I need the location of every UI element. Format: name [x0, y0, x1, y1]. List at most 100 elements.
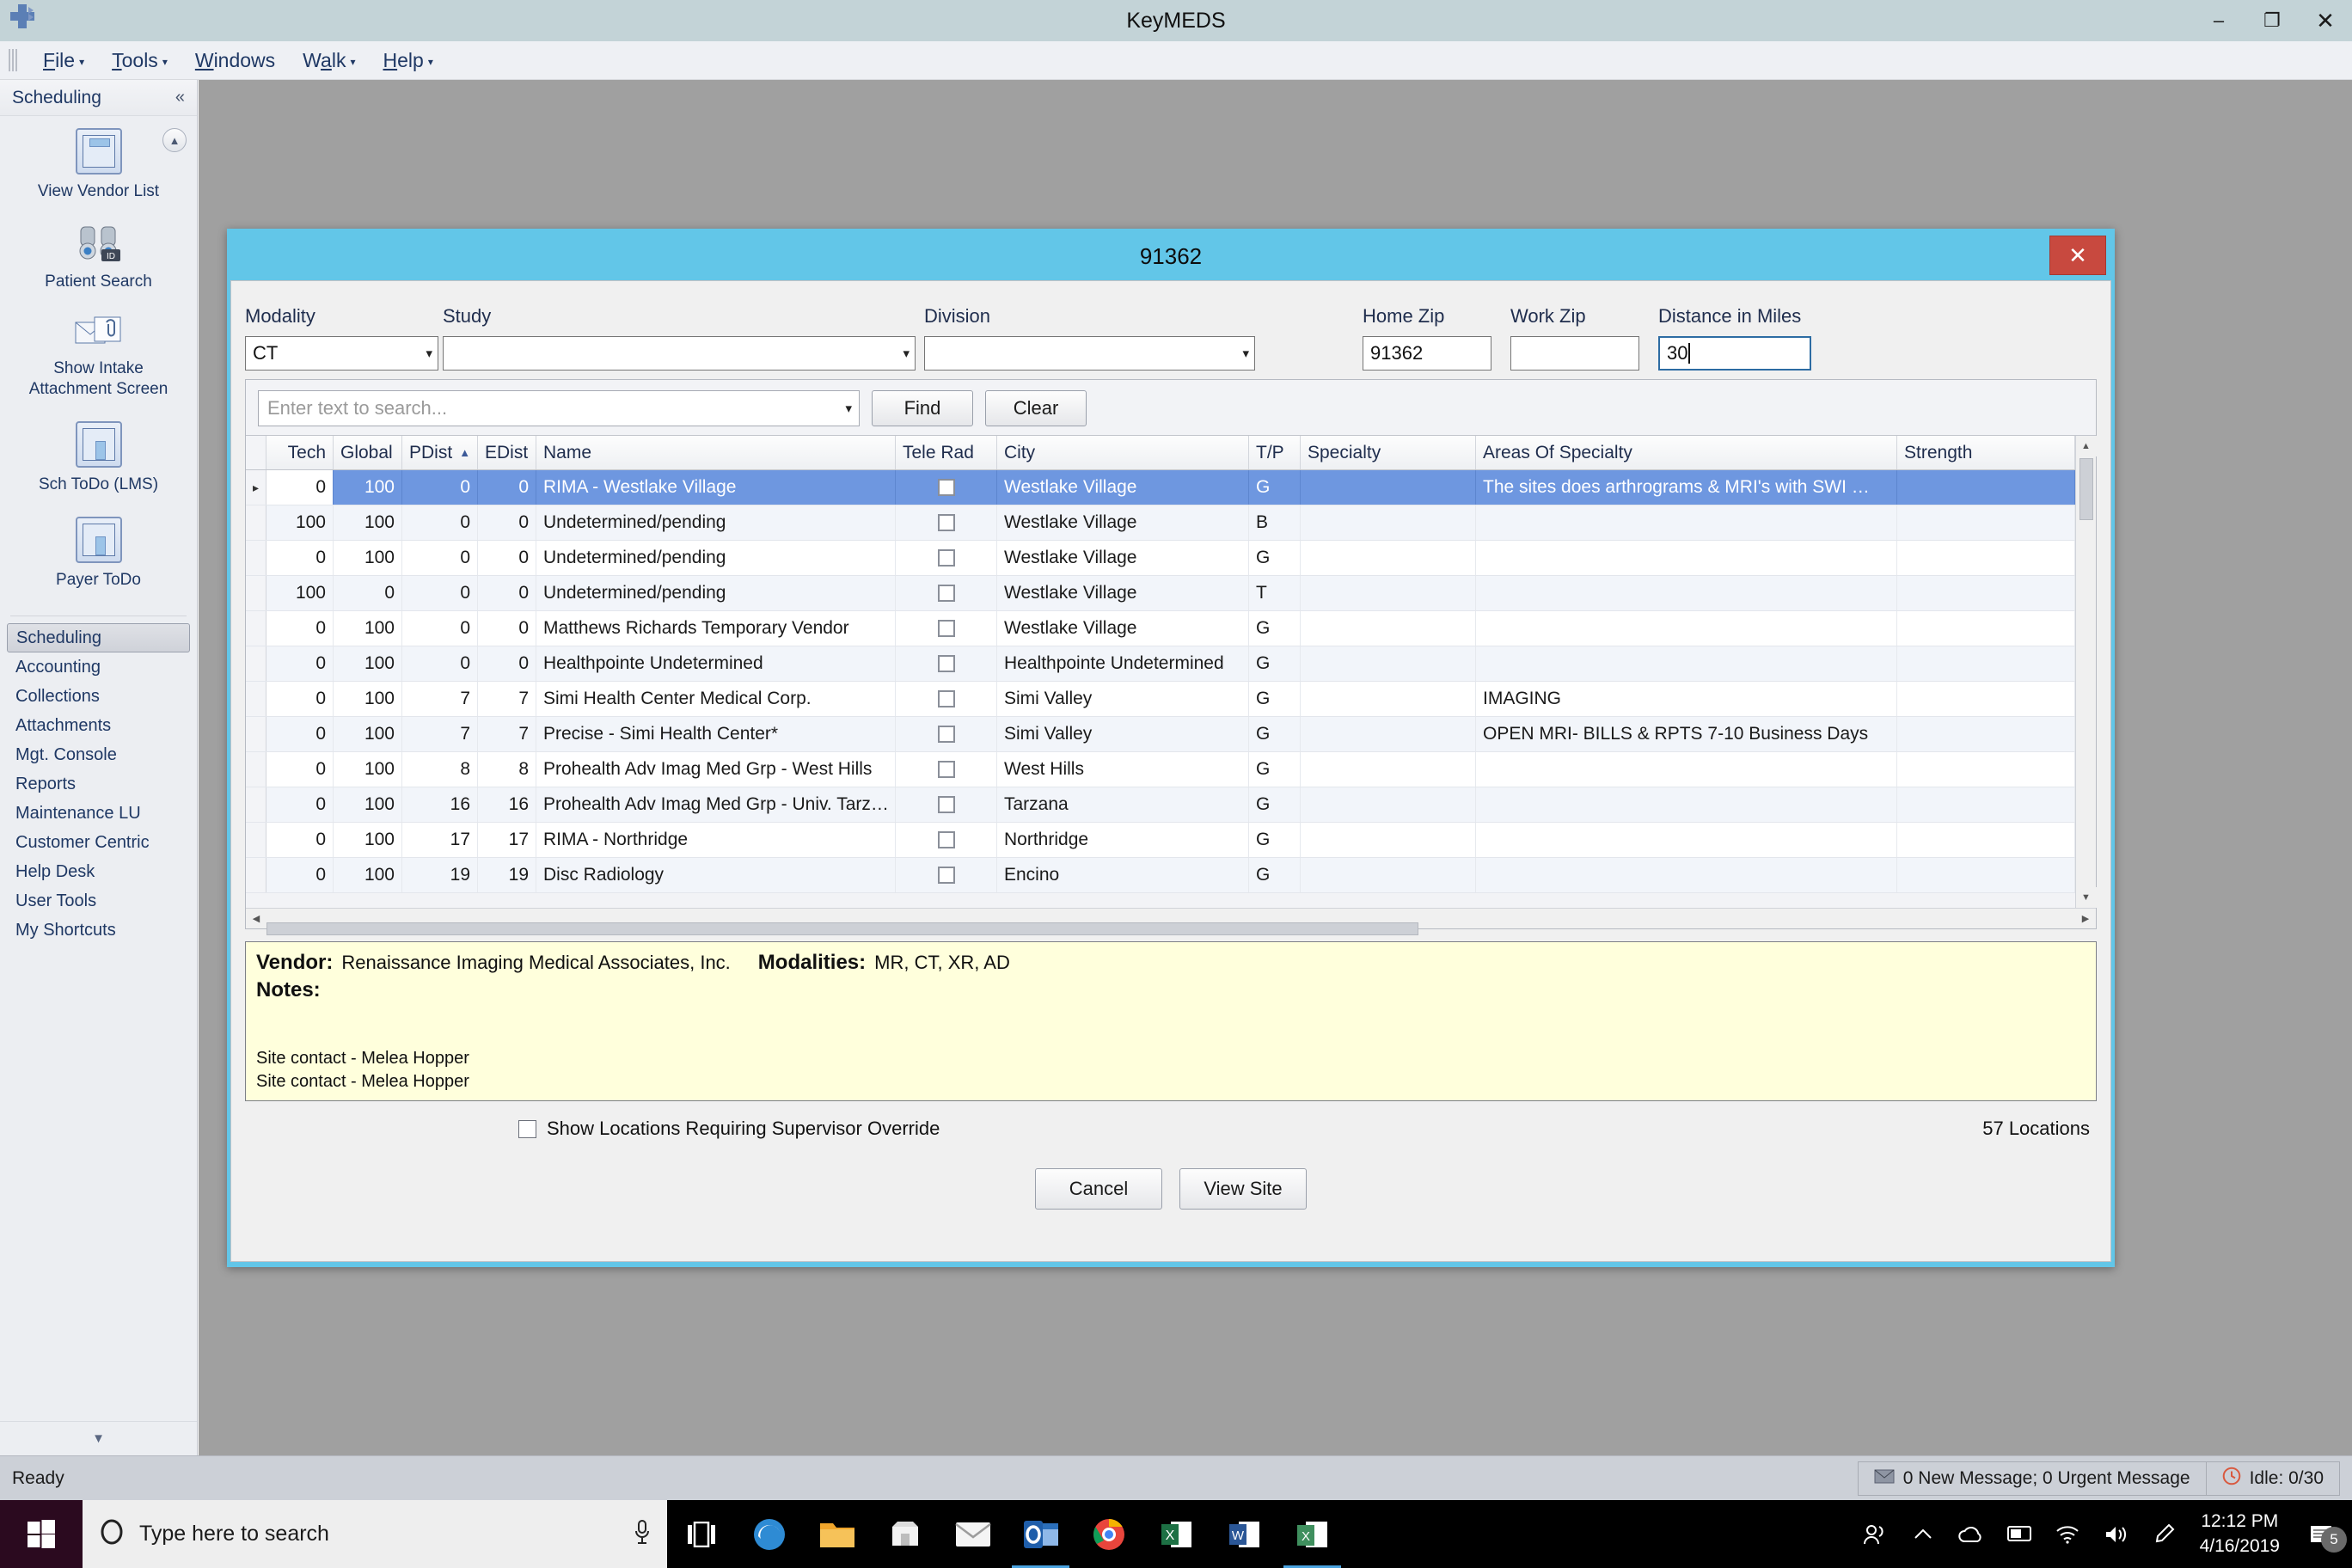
table-row[interactable]: 0 100 7 7 Simi Health Center Medical Corp. Si…	[246, 682, 2075, 717]
cell-pdist[interactable]: 0	[402, 470, 478, 505]
cell-global[interactable]: 100	[334, 823, 402, 857]
sidebar-item-maintenance-lu[interactable]: Maintenance LU	[7, 799, 190, 828]
grid-col-strength[interactable]: Strength	[1897, 436, 2075, 469]
cell-telerad[interactable]	[896, 541, 997, 575]
grid-col-name[interactable]: Name	[536, 436, 896, 469]
cell-specialty[interactable]	[1301, 541, 1476, 575]
cell-telerad[interactable]	[896, 823, 997, 857]
cell-tp[interactable]: G	[1249, 541, 1301, 575]
table-row[interactable]: 0 100 0 0 Undetermined/pending Westlake Villa…	[246, 541, 2075, 576]
row-selector[interactable]	[246, 576, 266, 610]
network-icon[interactable]	[2043, 1500, 2092, 1568]
cell-tech[interactable]: 100	[266, 505, 334, 540]
cell-telerad[interactable]	[896, 505, 997, 540]
cell-tp[interactable]: G	[1249, 787, 1301, 822]
telerad-checkbox[interactable]	[937, 479, 955, 496]
cell-tp[interactable]: G	[1249, 752, 1301, 787]
sidebar-item-my-shortcuts[interactable]: My Shortcuts	[7, 916, 190, 945]
search-input[interactable]: Enter text to search... ▾	[258, 390, 860, 426]
cell-tp[interactable]: G	[1249, 823, 1301, 857]
cell-name[interactable]: Prohealth Adv Imag Med Grp - Univ. Tarz…	[536, 787, 896, 822]
keymeds-app-icon[interactable]: X	[1278, 1500, 1346, 1568]
row-selector[interactable]	[246, 611, 266, 646]
show-hidden-icons-icon[interactable]	[1899, 1500, 1947, 1568]
cell-strength[interactable]	[1897, 646, 2075, 681]
cell-global[interactable]: 100	[334, 752, 402, 787]
cell-name[interactable]: Undetermined/pending	[536, 576, 896, 610]
telerad-checkbox[interactable]	[937, 585, 955, 602]
cell-strength[interactable]	[1897, 717, 2075, 751]
cell-global[interactable]: 100	[334, 787, 402, 822]
taskbar-search-box[interactable]: Type here to search	[83, 1500, 667, 1568]
row-selector[interactable]	[246, 787, 266, 822]
grid-col-global[interactable]: Global	[334, 436, 402, 469]
cell-tp[interactable]: G	[1249, 858, 1301, 892]
cell-areas[interactable]	[1476, 858, 1897, 892]
cell-name[interactable]: Undetermined/pending	[536, 541, 896, 575]
cell-telerad[interactable]	[896, 787, 997, 822]
sidebar-item-attachments[interactable]: Attachments	[7, 711, 190, 740]
telerad-checkbox[interactable]	[937, 514, 955, 531]
cell-tp[interactable]: G	[1249, 717, 1301, 751]
scroll-up-icon[interactable]: ▲	[162, 128, 187, 152]
cell-pdist[interactable]: 19	[402, 858, 478, 892]
cell-edist[interactable]: 0	[478, 470, 536, 505]
cell-strength[interactable]	[1897, 611, 2075, 646]
cell-pdist[interactable]: 8	[402, 752, 478, 787]
cell-tech[interactable]: 0	[266, 611, 334, 646]
onedrive-icon[interactable]	[1947, 1500, 1995, 1568]
cell-telerad[interactable]	[896, 752, 997, 787]
menu-tools[interactable]: Tools ▾	[98, 46, 181, 76]
cell-areas[interactable]	[1476, 541, 1897, 575]
cell-pdist[interactable]: 7	[402, 682, 478, 716]
cell-areas[interactable]	[1476, 787, 1897, 822]
cell-areas[interactable]	[1476, 752, 1897, 787]
table-row[interactable]: 0 100 0 0 Healthpointe Undetermined Healthpoi…	[246, 646, 2075, 682]
cell-global[interactable]: 100	[334, 682, 402, 716]
grid-horizontal-scrollbar[interactable]: ◀ ▶	[246, 908, 2096, 935]
action-center-button[interactable]: 5	[2292, 1500, 2352, 1568]
cell-tp[interactable]: G	[1249, 646, 1301, 681]
cell-specialty[interactable]	[1301, 611, 1476, 646]
restore-button[interactable]: ❐	[2245, 0, 2299, 41]
sidebar-item-collections[interactable]: Collections	[7, 682, 190, 711]
cell-city[interactable]: West Hills	[997, 752, 1249, 787]
cell-name[interactable]: Simi Health Center Medical Corp.	[536, 682, 896, 716]
cell-tech[interactable]: 0	[266, 858, 334, 892]
cell-name[interactable]: Precise - Simi Health Center*	[536, 717, 896, 751]
status-messages-panel[interactable]: 0 New Message; 0 Urgent Message	[1859, 1462, 2206, 1495]
row-selector[interactable]	[246, 717, 266, 751]
sidebar-tile-payer-todo[interactable]: Payer ToDo	[0, 516, 197, 590]
cell-areas[interactable]	[1476, 576, 1897, 610]
cell-telerad[interactable]	[896, 858, 997, 892]
cell-pdist[interactable]: 7	[402, 717, 478, 751]
cell-pdist[interactable]: 16	[402, 787, 478, 822]
menu-windows[interactable]: Windows	[181, 46, 289, 76]
cell-telerad[interactable]	[896, 646, 997, 681]
grid-col-telerad[interactable]: Tele Rad	[896, 436, 997, 469]
cell-global[interactable]: 100	[334, 858, 402, 892]
table-row[interactable]: 100 100 0 0 Undetermined/pending Westlake Vil…	[246, 505, 2075, 541]
grid-col-tp[interactable]: T/P	[1249, 436, 1301, 469]
cell-specialty[interactable]	[1301, 646, 1476, 681]
cell-specialty[interactable]	[1301, 505, 1476, 540]
cell-city[interactable]: Westlake Village	[997, 505, 1249, 540]
clear-button[interactable]: Clear	[985, 390, 1087, 426]
find-button[interactable]: Find	[872, 390, 973, 426]
cell-pdist[interactable]: 0	[402, 646, 478, 681]
table-row[interactable]: 0 100 16 16 Prohealth Adv Imag Med Grp - Uni…	[246, 787, 2075, 823]
telerad-checkbox[interactable]	[937, 690, 955, 707]
grid-col-city[interactable]: City	[997, 436, 1249, 469]
volume-icon[interactable]	[2092, 1500, 2140, 1568]
cell-name[interactable]: Undetermined/pending	[536, 505, 896, 540]
scroll-down-arrow-icon[interactable]: ▼	[2075, 887, 2097, 908]
table-row[interactable]: 0 100 0 0 Matthews Richards Temporary Vendor…	[246, 611, 2075, 646]
sidebar-item-mgt-console[interactable]: Mgt. Console	[7, 740, 190, 769]
cell-edist[interactable]: 8	[478, 752, 536, 787]
edge-icon[interactable]	[735, 1500, 803, 1568]
scroll-left-arrow-icon[interactable]: ◀	[246, 909, 266, 929]
cell-areas[interactable]	[1476, 823, 1897, 857]
cell-specialty[interactable]	[1301, 682, 1476, 716]
cell-tp[interactable]: G	[1249, 611, 1301, 646]
table-row[interactable]: 0 100 17 17 RIMA - Northridge Northridge G	[246, 823, 2075, 858]
